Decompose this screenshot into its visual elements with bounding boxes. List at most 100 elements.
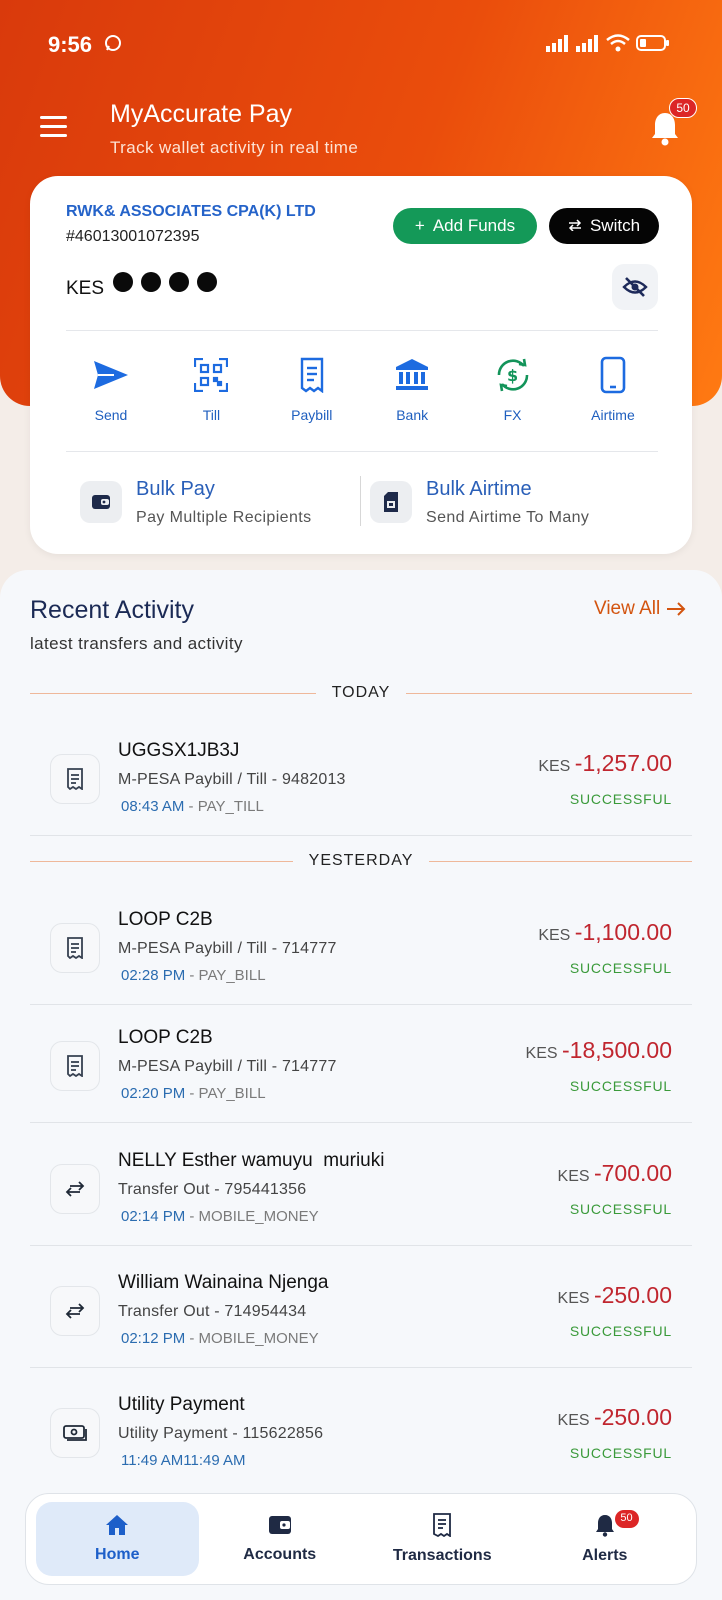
transaction-title: LOOP C2B: [118, 909, 213, 930]
transaction-type: - MOBILE_MONEY: [185, 1208, 319, 1225]
transaction-title: William Wainaina Njenga: [118, 1272, 329, 1293]
nav-alerts[interactable]: 50 Alerts: [524, 1502, 687, 1576]
row-divider: [30, 1367, 692, 1368]
date-separator: YESTERDAY: [30, 851, 693, 871]
add-funds-button[interactable]: + Add Funds: [393, 208, 537, 244]
transaction-row[interactable]: William Wainaina Njenga Transfer Out - 7…: [30, 1250, 692, 1368]
transaction-title: LOOP C2B: [118, 1027, 213, 1048]
battery-icon: [636, 35, 669, 51]
nav-home[interactable]: Home: [36, 1502, 199, 1576]
signal-icon: [576, 35, 598, 52]
nav-transactions[interactable]: Transactions: [361, 1502, 524, 1576]
transaction-row[interactable]: NELLY Esther wamuyu muriuki Transfer Out…: [30, 1128, 692, 1246]
wifi-icon: [606, 34, 630, 52]
transaction-row[interactable]: LOOP C2B M-PESA Paybill / Till - 714777 …: [30, 1005, 692, 1123]
status-badge: SUCCESSFUL: [569, 960, 672, 976]
bulk-airtime-button[interactable]: Bulk Airtime Send Airtime To Many: [370, 466, 589, 538]
balance-currency: KES: [66, 278, 105, 299]
receipt-icon: [433, 1513, 452, 1537]
amount-currency: KES: [557, 1168, 594, 1185]
status-badge: SUCCESSFUL: [569, 1201, 672, 1217]
transaction-meta: 11:49 AM11:49 AM: [121, 1452, 246, 1469]
status-badge: SUCCESSFUL: [569, 1445, 672, 1461]
transaction-title: UGGSX1JB3J: [118, 740, 240, 761]
action-label: Airtime: [591, 407, 635, 423]
transaction-time: 02:28 PM: [121, 967, 186, 984]
row-divider: [30, 1245, 692, 1246]
amount-value: -18,500.00: [562, 1037, 672, 1063]
bulk-airtime-title: Bulk Airtime: [426, 477, 532, 500]
transaction-time: 11:49 AM: [121, 1452, 184, 1469]
nav-label: Alerts: [582, 1547, 628, 1564]
status-bar: 9:56: [0, 28, 722, 64]
transaction-amount: KES -250.00: [558, 1282, 672, 1309]
notification-badge: 50: [669, 98, 697, 118]
view-all-label: View All: [594, 598, 661, 619]
qr-code-icon: [194, 353, 229, 397]
date-separator: TODAY: [30, 683, 693, 703]
nav-accounts[interactable]: Accounts: [199, 1502, 362, 1576]
account-name: RWK& ASSOCIATES CPA(K) LTD: [66, 203, 316, 220]
hide-balance-toggle[interactable]: [612, 264, 658, 310]
divider: [66, 451, 658, 452]
add-funds-label: Add Funds: [432, 216, 516, 235]
nav-label: Home: [95, 1546, 140, 1563]
transaction-description: M-PESA Paybill / Till - 714777: [118, 1058, 337, 1075]
transaction-time: 02:12 PM: [121, 1330, 186, 1347]
transaction-type: - MOBILE_MONEY: [185, 1330, 319, 1347]
wallet-card: RWK& ASSOCIATES CPA(K) LTD #460130010723…: [30, 176, 692, 554]
receipt-icon: [50, 1041, 100, 1091]
transaction-row[interactable]: LOOP C2B M-PESA Paybill / Till - 714777 …: [30, 887, 692, 1005]
action-send[interactable]: Send: [66, 353, 156, 433]
currency-exchange-icon: $: [494, 353, 532, 397]
switch-label: Switch: [589, 216, 641, 235]
transaction-row[interactable]: UGGSX1JB3J M-PESA Paybill / Till - 94820…: [30, 718, 692, 836]
phone-icon: [600, 353, 626, 397]
transaction-description: Transfer Out - 714954434: [118, 1303, 307, 1320]
transaction-time: 02:14 PM: [121, 1208, 186, 1225]
action-label: FX: [503, 407, 522, 423]
action-till[interactable]: Till: [166, 353, 256, 433]
action-airtime[interactable]: Airtime: [568, 353, 658, 433]
menu-icon[interactable]: [40, 116, 68, 138]
recent-activity-subtitle: latest transfers and activity: [30, 634, 243, 653]
transaction-meta: 02:12 PM - MOBILE_MONEY: [121, 1330, 319, 1347]
action-fx[interactable]: $ FX: [468, 353, 558, 433]
bulk-pay-button[interactable]: Bulk Pay Pay Multiple Recipients: [80, 466, 312, 538]
action-label: Till: [202, 407, 221, 423]
account-number: #46013001072395: [66, 228, 200, 245]
action-label: Paybill: [291, 407, 333, 423]
amount-currency: KES: [557, 1412, 594, 1429]
action-label: Bank: [396, 407, 429, 423]
receipt-icon: [50, 754, 100, 804]
amount-currency: KES: [557, 1290, 594, 1307]
transaction-row[interactable]: Utility Payment Utility Payment - 115622…: [30, 1372, 692, 1490]
alerts-badge: 50: [614, 1510, 639, 1528]
amount-value: -700.00: [593, 1160, 672, 1186]
bell-icon: [595, 1515, 614, 1537]
transaction-meta: 02:28 PM - PAY_BILL: [121, 967, 266, 984]
app-title: MyAccurate Pay: [110, 100, 293, 128]
transaction-description: Utility Payment - 115622856: [118, 1425, 324, 1442]
switch-button[interactable]: Switch: [549, 208, 659, 244]
action-paybill[interactable]: Paybill: [267, 353, 357, 433]
divider: [360, 476, 361, 526]
recent-activity-title: Recent Activity: [30, 596, 194, 624]
status-badge: SUCCESSFUL: [569, 791, 672, 807]
view-all-link[interactable]: View All: [594, 598, 686, 620]
bottom-navigation: Home Accounts Transactions 50 Alerts: [25, 1493, 697, 1585]
receipt-icon: [297, 353, 327, 397]
masked-balance: [113, 272, 217, 292]
transaction-meta: 02:20 PM - PAY_BILL: [121, 1085, 266, 1102]
transaction-description: M-PESA Paybill / Till - 9482013: [118, 771, 346, 788]
nav-label: Accounts: [243, 1546, 317, 1563]
transaction-title: NELLY Esther wamuyu muriuki: [118, 1150, 385, 1171]
svg-text:$: $: [507, 366, 518, 385]
transaction-description: M-PESA Paybill / Till - 714777: [118, 940, 337, 957]
status-icons: [546, 34, 670, 52]
whatsapp-icon: [104, 34, 122, 57]
amount-currency: KES: [538, 758, 575, 775]
action-bank[interactable]: Bank: [367, 353, 457, 433]
transfer-arrows-icon: [50, 1286, 100, 1336]
signal-icon: [546, 35, 568, 52]
